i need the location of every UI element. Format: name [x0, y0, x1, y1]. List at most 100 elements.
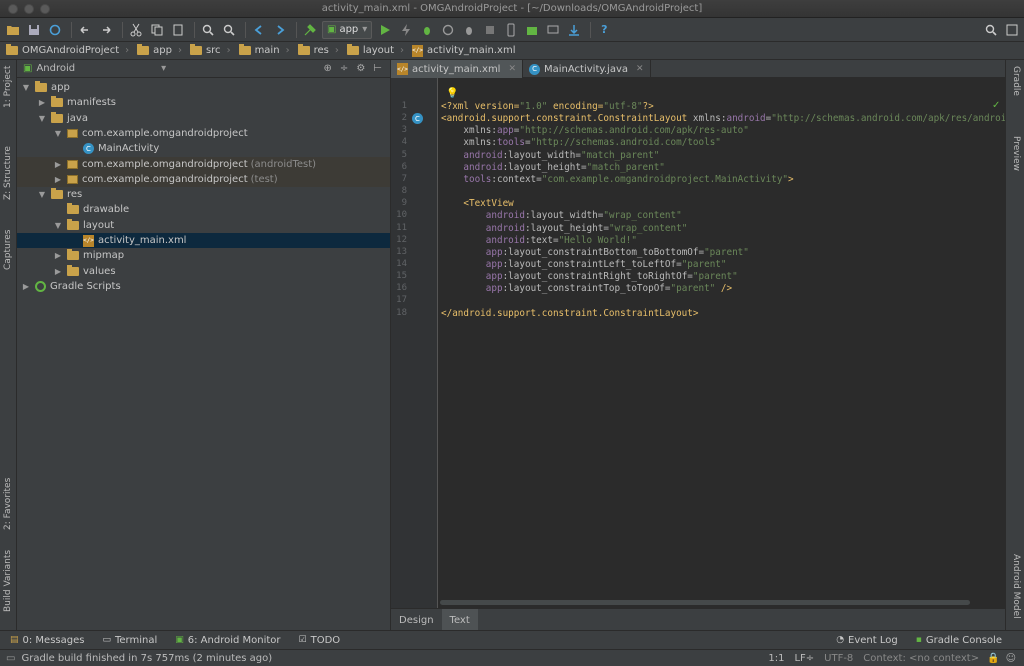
paste-icon[interactable]	[169, 21, 187, 39]
collapse-all-icon[interactable]: ÷	[340, 63, 348, 74]
forward-icon[interactable]	[271, 21, 289, 39]
close-icon[interactable]: ✕	[508, 64, 516, 74]
event-log-tool-button[interactable]: ◔ Event Log	[836, 635, 898, 646]
tab-favorites[interactable]: 2: Favorites	[3, 478, 13, 530]
tree-item[interactable]: ▼ layout	[17, 218, 390, 233]
collapse-arrow-icon[interactable]: ▶	[37, 98, 47, 107]
code-line[interactable]: app:layout_constraintRight_toRightOf="pa…	[441, 271, 738, 283]
tree-item[interactable]: ▼ com.example.omgandroidproject	[17, 126, 390, 141]
expand-arrow-icon[interactable]: ▼	[21, 83, 31, 92]
code-line[interactable]: <TextView	[441, 198, 513, 210]
caret-position[interactable]: 1:1	[768, 653, 784, 664]
breadcrumb-item[interactable]: OMGAndroidProject ›	[6, 44, 129, 56]
collapse-arrow-icon[interactable]: ▶	[53, 160, 63, 169]
tab-mainactivity-java[interactable]: C MainActivity.java ✕	[523, 60, 651, 78]
expand-arrow-icon[interactable]: ▼	[53, 221, 63, 230]
project-view-selector[interactable]: Android	[36, 63, 75, 74]
find-icon[interactable]	[199, 21, 217, 39]
line-separator[interactable]: LF÷	[794, 653, 814, 664]
expand-arrow-icon[interactable]: ▼	[53, 129, 63, 138]
undo-icon[interactable]	[76, 21, 94, 39]
scroll-from-source-icon[interactable]: ⊕	[324, 63, 332, 74]
tree-item[interactable]: ▶ Gradle Scripts	[17, 279, 390, 294]
open-folder-icon[interactable]	[4, 21, 22, 39]
copy-icon[interactable]	[148, 21, 166, 39]
code-line[interactable]: xmlns:app="http://schemas.android.com/ap…	[441, 125, 749, 137]
code-line[interactable]: android:layout_height="wrap_content"	[441, 223, 688, 235]
inspector-icon[interactable]: ☺	[1006, 653, 1016, 664]
make-project-icon[interactable]	[301, 21, 319, 39]
breadcrumb-item[interactable]: app ›	[137, 44, 182, 56]
code-line[interactable]: app:layout_constraintTop_toTopOf="parent…	[441, 283, 732, 295]
tree-item[interactable]: ▶ values	[17, 264, 390, 279]
code-line[interactable]: android:layout_width="wrap_content"	[441, 210, 682, 222]
back-icon[interactable]	[250, 21, 268, 39]
class-gutter-icon[interactable]: C	[412, 113, 427, 124]
save-all-icon[interactable]	[25, 21, 43, 39]
toggle-tool-windows-icon[interactable]: ▭	[6, 653, 15, 664]
breadcrumb-item[interactable]: main ›	[238, 44, 290, 56]
breadcrumb-item[interactable]: </> activity_main.xml	[412, 44, 516, 57]
tab-activity-main-xml[interactable]: </> activity_main.xml ✕	[391, 60, 524, 78]
run-config-select[interactable]: ▣ app ▾	[322, 20, 373, 39]
collapse-arrow-icon[interactable]: ▶	[53, 175, 63, 184]
tab-text[interactable]: Text	[441, 609, 478, 631]
tree-item[interactable]: drawable	[17, 202, 390, 217]
terminal-tool-button[interactable]: ▭ Terminal	[102, 635, 157, 646]
tab-structure[interactable]: Z: Structure	[3, 146, 13, 200]
debug-icon[interactable]	[418, 21, 436, 39]
tab-android-model[interactable]: Android Model	[1011, 554, 1021, 619]
context-indicator[interactable]: Context: <no context>	[863, 653, 979, 664]
status-message[interactable]: Gradle build finished in 7s 757ms (2 min…	[21, 653, 272, 664]
tab-build-variants[interactable]: Build Variants	[3, 550, 13, 612]
stop-icon[interactable]	[481, 21, 499, 39]
close-icon[interactable]: ✕	[636, 64, 644, 74]
expand-arrow-icon[interactable]: ▼	[37, 190, 47, 199]
tree-item[interactable]: ▼ res	[17, 187, 390, 202]
lock-icon[interactable]: 🔒	[987, 653, 999, 664]
tree-item[interactable]: ▶ mipmap	[17, 248, 390, 263]
run-icon[interactable]	[376, 21, 394, 39]
help-icon[interactable]: ?	[595, 21, 613, 39]
tab-captures[interactable]: Captures	[3, 230, 13, 270]
redo-icon[interactable]	[97, 21, 115, 39]
breadcrumb-item[interactable]: res ›	[297, 44, 339, 56]
tree-item[interactable]: ▼ app	[17, 80, 390, 95]
instant-run-icon[interactable]	[397, 21, 415, 39]
avd-manager-icon[interactable]	[502, 21, 520, 39]
gear-icon[interactable]: ⚙	[356, 63, 365, 74]
collapse-arrow-icon[interactable]: ▶	[21, 282, 31, 291]
file-encoding[interactable]: UTF-8	[824, 653, 853, 664]
collapse-arrow-icon[interactable]: ▶	[53, 267, 63, 276]
replace-icon[interactable]	[220, 21, 238, 39]
android-monitor-tool-button[interactable]: ▣ 6: Android Monitor	[175, 635, 280, 646]
lightbulb-icon[interactable]: 💡	[446, 88, 458, 99]
search-everywhere-icon[interactable]	[982, 21, 1000, 39]
window-layout-icon[interactable]	[1003, 21, 1021, 39]
sync-icon[interactable]	[46, 21, 64, 39]
hide-panel-icon[interactable]: ⊢	[373, 63, 382, 74]
device-monitor-icon[interactable]	[544, 21, 562, 39]
tree-item[interactable]: </> activity_main.xml	[17, 233, 390, 248]
code-line[interactable]: android:layout_height="match_parent"	[441, 162, 665, 174]
code-line[interactable]: android:layout_width="match_parent"	[441, 150, 659, 162]
sdk-manager-icon[interactable]	[565, 21, 583, 39]
tab-design[interactable]: Design	[391, 609, 442, 631]
tab-preview[interactable]: Preview	[1011, 136, 1021, 171]
tab-project[interactable]: 1: Project	[3, 66, 13, 108]
chevron-down-icon[interactable]: ▾	[161, 63, 166, 74]
code-line[interactable]: app:layout_constraintLeft_toLeftOf="pare…	[441, 259, 727, 271]
collapse-arrow-icon[interactable]: ▶	[53, 251, 63, 260]
profile-icon[interactable]	[439, 21, 457, 39]
code-line[interactable]: <?xml version="1.0" encoding="utf-8"?>	[441, 101, 654, 113]
code-line[interactable]: xmlns:tools="http://schemas.android.com/…	[441, 137, 721, 149]
code-line[interactable]: <android.support.constraint.ConstraintLa…	[441, 113, 1005, 125]
attach-debugger-icon[interactable]	[460, 21, 478, 39]
tree-item[interactable]: C MainActivity	[17, 141, 390, 156]
breadcrumb-item[interactable]: src ›	[189, 44, 231, 56]
gradle-sync-icon[interactable]	[523, 21, 541, 39]
code-line[interactable]: tools:context="com.example.omgandroidpro…	[441, 174, 793, 186]
breadcrumb-item[interactable]: layout ›	[346, 44, 404, 56]
code-line[interactable]: android:text="Hello World!"	[441, 235, 637, 247]
expand-arrow-icon[interactable]: ▼	[37, 114, 47, 123]
